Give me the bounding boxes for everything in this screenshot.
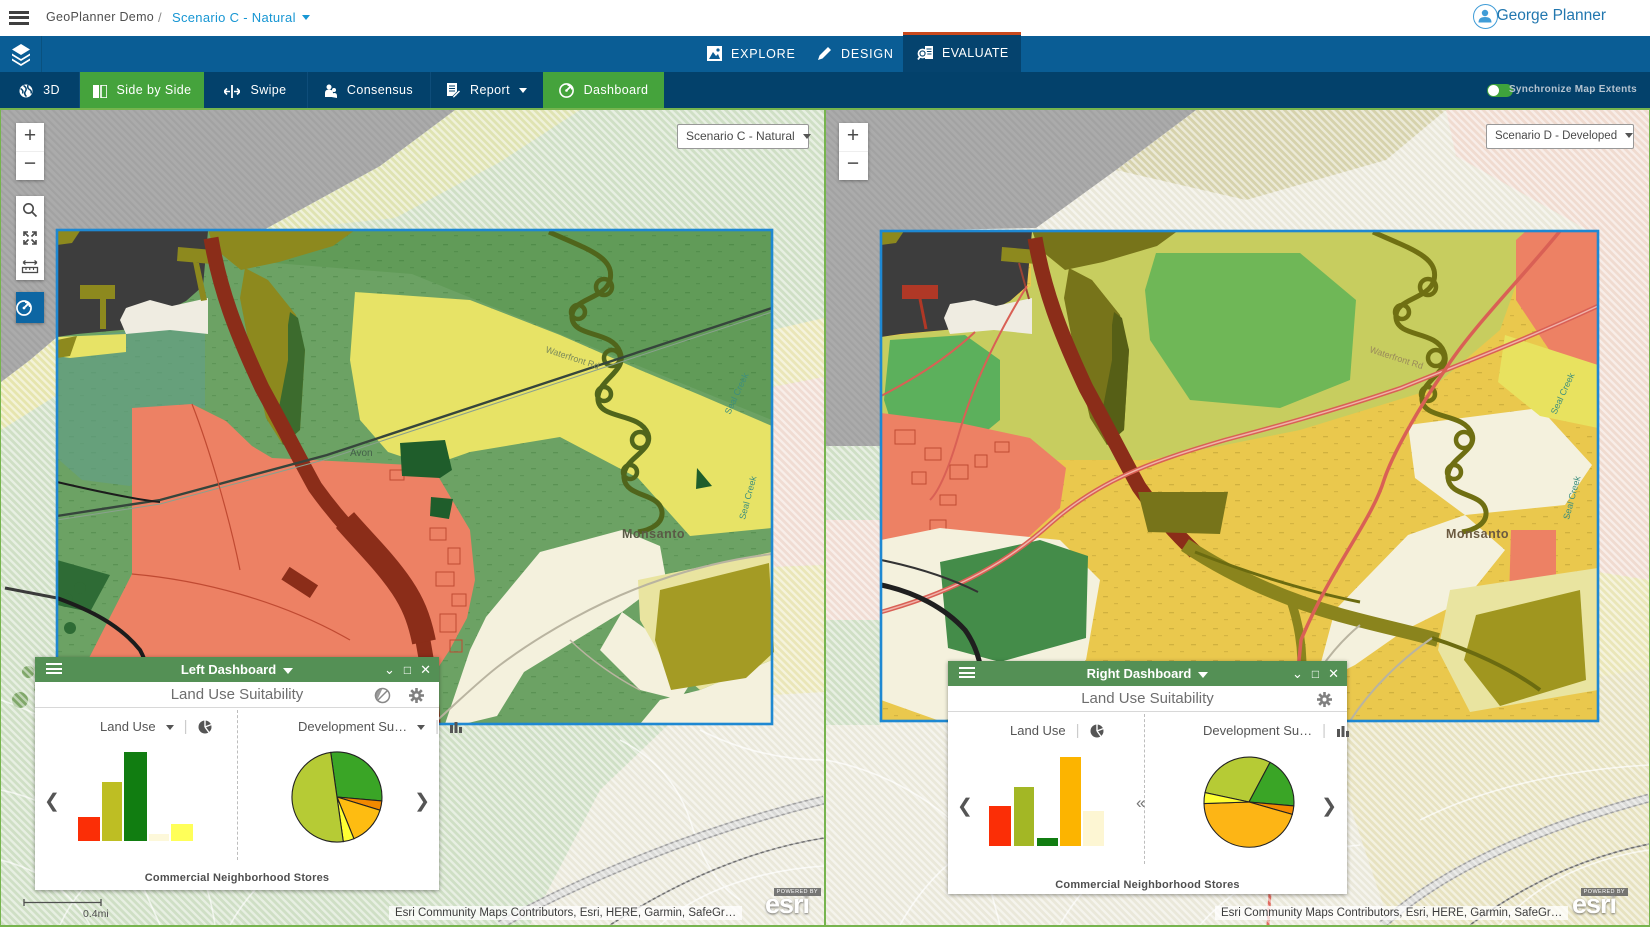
svg-text:Monsanto: Monsanto <box>622 527 685 541</box>
svg-text:Monsanto: Monsanto <box>1446 527 1509 541</box>
svg-text:0.4mi: 0.4mi <box>83 908 109 920</box>
svg-text:Avon: Avon <box>350 448 373 459</box>
